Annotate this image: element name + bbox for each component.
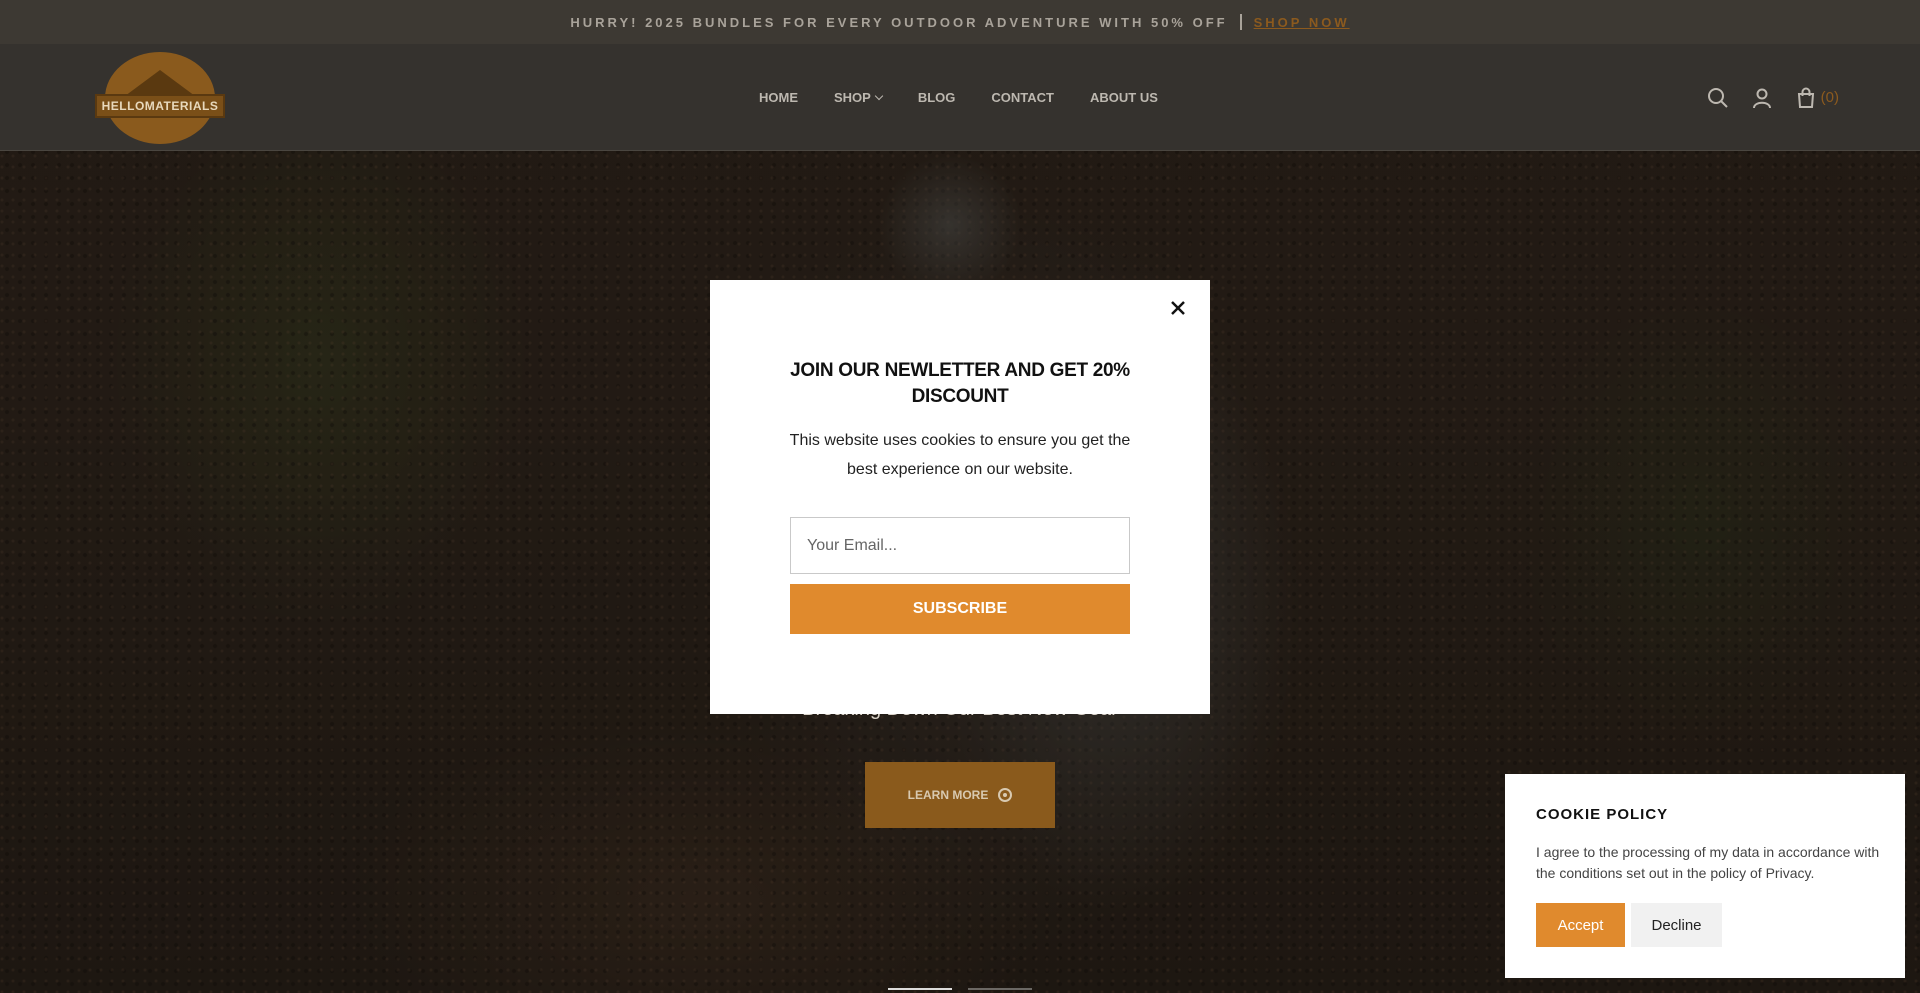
search-icon[interactable] xyxy=(1707,87,1729,109)
decline-button[interactable]: Decline xyxy=(1631,903,1722,947)
nav-item-blog[interactable]: BLOG xyxy=(918,90,956,105)
cookie-policy-panel: COOKIE POLICY I agree to the processing … xyxy=(1505,774,1905,978)
nav-item-home[interactable]: HOME xyxy=(759,90,798,105)
main-nav: HOME SHOP BLOG CONTACT ABOUT US xyxy=(759,44,1158,151)
nav-label: ABOUT US xyxy=(1090,90,1158,105)
nav-label: HOME xyxy=(759,90,798,105)
header-actions: (0) xyxy=(1707,44,1839,151)
nav-label: BLOG xyxy=(917,90,956,105)
page: Breaking Down Our Best New Gear LEARN MO… xyxy=(0,0,1920,993)
site-header: HELLOMATERIALS HOME SHOP BLOG CONTACT AB… xyxy=(0,44,1920,151)
accept-button[interactable]: Accept xyxy=(1536,903,1625,947)
cart-button[interactable]: (0) xyxy=(1795,87,1839,109)
learn-more-button[interactable]: LEARN MORE xyxy=(865,762,1055,828)
cookie-title: COOKIE POLICY xyxy=(1536,806,1669,823)
promo-text: HURRY! 2025 BUNDLES FOR EVERY OUTDOOR AD… xyxy=(570,14,1228,30)
newsletter-modal: JOIN OUR NEWLETTER AND GET 20% DISCOUNT … xyxy=(710,280,1210,714)
user-icon[interactable] xyxy=(1751,87,1773,109)
target-icon xyxy=(998,788,1013,802)
shop-now-link[interactable]: SHOP NOW xyxy=(1254,15,1350,30)
logo[interactable]: HELLOMATERIALS xyxy=(95,52,225,144)
slider-dot[interactable] xyxy=(888,988,952,990)
learn-more-label: LEARN MORE xyxy=(907,788,989,802)
nav-item-shop[interactable]: SHOP xyxy=(834,90,884,105)
promo-bar: HURRY! 2025 BUNDLES FOR EVERY OUTDOOR AD… xyxy=(0,0,1920,44)
logo-text: HELLOMATERIALS xyxy=(95,94,225,118)
newsletter-text: This website uses cookies to ensure you … xyxy=(789,432,1131,478)
email-field[interactable] xyxy=(790,517,1130,574)
cookie-text: I agree to the processing of my data in … xyxy=(1536,844,1880,881)
nav-label: CONTACT xyxy=(991,90,1054,105)
cart-count: (0) xyxy=(1820,89,1839,106)
logo-mountain-icon xyxy=(125,70,195,96)
newsletter-title: JOIN OUR NEWLETTER AND GET 20% DISCOUNT xyxy=(790,360,1130,407)
cart-icon xyxy=(1795,87,1817,109)
subscribe-button[interactable]: SUBSCRIBE xyxy=(790,584,1130,634)
nav-item-about-us[interactable]: ABOUT US xyxy=(1090,90,1158,105)
nav-item-contact[interactable]: CONTACT xyxy=(991,90,1054,105)
chevron-down-icon xyxy=(874,91,884,100)
nav-label: SHOP xyxy=(834,90,871,105)
slider-pagination xyxy=(888,988,1032,990)
close-icon[interactable] xyxy=(1168,298,1188,318)
promo-divider xyxy=(1239,14,1242,30)
slider-dot[interactable] xyxy=(968,988,1032,990)
